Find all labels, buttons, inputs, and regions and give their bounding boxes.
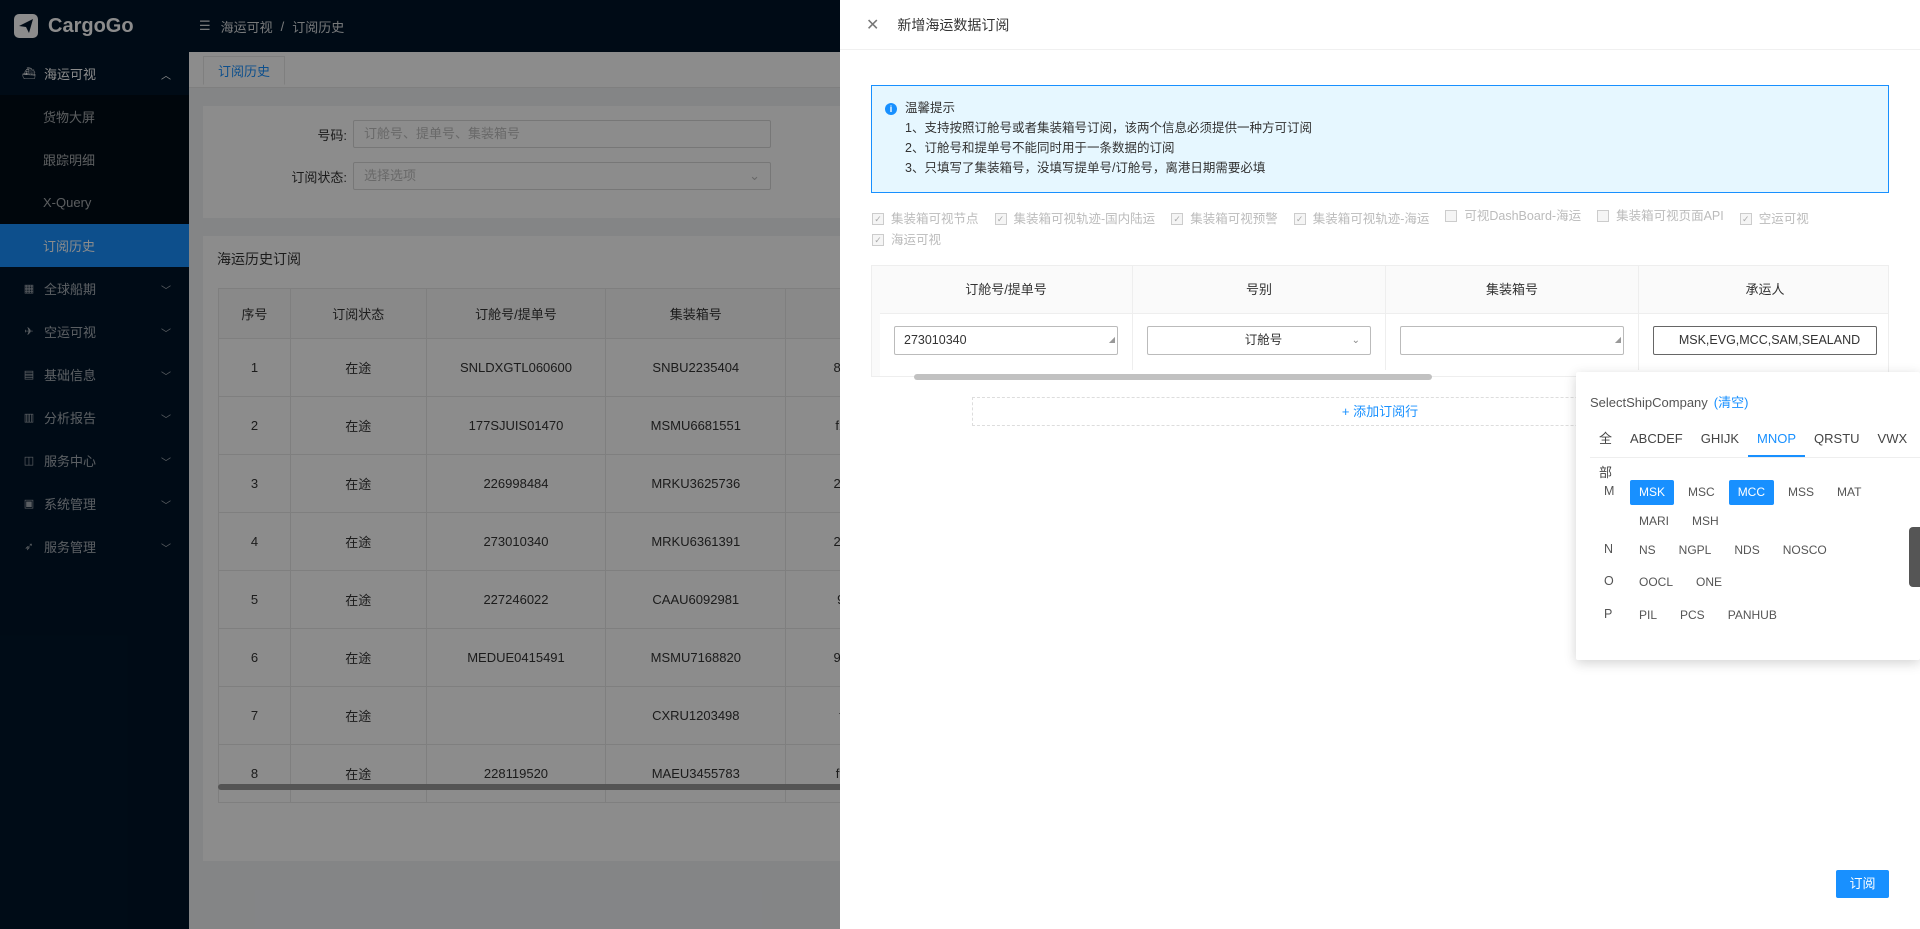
- checkbox-label: 集装箱可视轨迹-国内陆运: [1013, 212, 1156, 226]
- carrier-option[interactable]: MSC: [1679, 480, 1724, 505]
- carrier-option[interactable]: MCC: [1728, 480, 1775, 505]
- group-letter: M: [1604, 484, 1615, 498]
- carrier-option[interactable]: PANHUB: [1719, 603, 1786, 628]
- carrier-option[interactable]: NOSCO: [1774, 538, 1836, 563]
- letter-tab[interactable]: 全部: [1590, 422, 1621, 480]
- group-letter: P: [1604, 607, 1613, 621]
- container-cell: ◢: [1386, 314, 1639, 370]
- resize-handle-icon[interactable]: ◢: [1615, 326, 1621, 353]
- carrier-codes: NS NGPL NDS NOSCO: [1630, 538, 1900, 567]
- form-table-row: 273010340 ◢ 订舱号 ⌄ ◢ MSK,EVG,MCC,SAM,SEAL…: [880, 314, 1888, 370]
- carrier-select-popover: SelectShipCompany (清空) 全部 ABCDEF GHIJK MNOP Q…: [1576, 372, 1920, 660]
- booking-cell: 273010340 ◢: [880, 314, 1133, 370]
- checkbox-checked-icon[interactable]: ✓: [994, 213, 1007, 225]
- checkbox-label: 集装箱可视轨迹-海运: [1312, 212, 1430, 226]
- booking-no-input[interactable]: 273010340 ◢: [894, 326, 1118, 355]
- letter-tab[interactable]: ABCDEF: [1621, 422, 1692, 457]
- feature-checkbox[interactable]: ✓ 集装箱可视轨迹-国内陆运: [994, 209, 1156, 229]
- carrier-option[interactable]: PIL: [1630, 603, 1666, 628]
- form-table-header: 订舱号/提单号 号别 集装箱号 承运人: [880, 266, 1888, 314]
- carrier-option[interactable]: MSH: [1683, 509, 1728, 534]
- alert-line: 2、订舱号和提单号不能同时用于一条数据的订阅: [905, 141, 1175, 155]
- drawer-title: 新增海运数据订阅: [897, 16, 1010, 33]
- feature-checkboxes: ✓ 集装箱可视节点 ✓ 集装箱可视轨迹-国内陆运 ✓ 集装箱可视预警 ✓ 集装箱可视轨迹-海运…: [872, 206, 1882, 250]
- close-icon[interactable]: ✕: [866, 15, 879, 35]
- feature-checkbox[interactable]: ✓ 海运可视: [872, 230, 941, 250]
- checkbox-label: 可视DashBoard-海运: [1464, 209, 1582, 223]
- carrier-option[interactable]: ONE: [1687, 570, 1731, 595]
- letter-tab[interactable]: MNOP: [1748, 422, 1806, 457]
- alert-line: 1、支持按照订舱号或者集装箱号订阅，该两个信息必须提供一种方可订阅: [905, 121, 1312, 135]
- carrier-option[interactable]: NS: [1630, 538, 1665, 563]
- checkbox-label: 集装箱可视节点: [891, 212, 979, 226]
- letter-tabs: 全部ABCDEFGHIJKMNOPQRSTUVWX···: [1590, 422, 1920, 480]
- carrier-codes: PIL PCS PANHUB: [1630, 603, 1900, 632]
- drawer-header: ✕ 新增海运数据订阅: [840, 0, 1920, 50]
- carrier-option[interactable]: NGPL: [1670, 538, 1721, 563]
- carrier-option[interactable]: OOCL: [1630, 570, 1682, 595]
- carrier-option[interactable]: PCS: [1671, 603, 1714, 628]
- column-header: 号别: [1133, 266, 1386, 313]
- popover-title: SelectShipCompany (清空): [1590, 392, 1748, 411]
- alert-line: 3、只填写了集装箱号，没填写提单号/订舱号，离港日期需要必填: [905, 161, 1266, 175]
- carrier-option[interactable]: MSS: [1779, 480, 1823, 505]
- feature-checkbox[interactable]: ✓ 集装箱可视预警: [1171, 209, 1278, 229]
- checkbox-icon[interactable]: [1597, 210, 1610, 222]
- carrier-option[interactable]: NDS: [1725, 538, 1768, 563]
- carrier-value: MSK,EVG,MCC,SAM,SEALAND: [1678, 333, 1861, 347]
- carrier-option[interactable]: MARI: [1630, 509, 1678, 534]
- carrier-codes: OOCL ONE: [1630, 570, 1900, 599]
- subscribe-button[interactable]: 订阅: [1836, 870, 1889, 898]
- carrier-codes: MSK MSC MCC MSS MAT MARI MSH: [1630, 480, 1900, 538]
- drawer-mask[interactable]: [0, 0, 840, 929]
- feature-checkbox[interactable]: 可视DashBoard-海运: [1445, 206, 1581, 226]
- table-left-edge: [872, 266, 880, 376]
- group-letter: N: [1604, 542, 1614, 556]
- checkbox-icon[interactable]: [1445, 210, 1458, 222]
- side-handle[interactable]: [1909, 527, 1920, 587]
- container-no-input[interactable]: ◢: [1400, 326, 1624, 355]
- checkbox-label: 集装箱可视预警: [1190, 212, 1278, 226]
- popover-title-text: SelectShipCompany: [1590, 395, 1708, 410]
- feature-checkbox[interactable]: ✓ 集装箱可视节点: [872, 209, 979, 229]
- carrier-option[interactable]: MAT: [1828, 480, 1870, 505]
- type-cell: 订舱号 ⌄: [1133, 314, 1386, 370]
- clear-link[interactable]: (清空): [1714, 395, 1749, 410]
- checkbox-label: 集装箱可视页面API: [1616, 209, 1724, 223]
- carrier-input[interactable]: MSK,EVG,MCC,SAM,SEALAND: [1653, 326, 1877, 355]
- booking-no-value: 273010340: [904, 333, 967, 347]
- subscription-form-table: 订舱号/提单号 号别 集装箱号 承运人 273010340 ◢ 订舱号 ⌄ ◢ …: [871, 265, 1889, 377]
- group-letter: O: [1604, 574, 1614, 588]
- chevron-down-icon: ⌄: [1351, 335, 1360, 346]
- checkbox-label: 空运可视: [1758, 212, 1809, 226]
- column-header: 订舱号/提单号: [880, 266, 1133, 313]
- checkbox-checked-icon[interactable]: ✓: [1739, 213, 1752, 225]
- letter-tab[interactable]: QRSTU: [1805, 422, 1869, 457]
- checkbox-checked-icon[interactable]: ✓: [1171, 213, 1184, 225]
- checkbox-label: 海运可视: [891, 233, 942, 247]
- letter-tab[interactable]: VWX: [1869, 422, 1917, 457]
- alert-title: 温馨提示: [905, 101, 956, 115]
- checkbox-checked-icon[interactable]: ✓: [872, 234, 884, 246]
- letter-tab[interactable]: ···: [1916, 422, 1920, 457]
- checkbox-checked-icon[interactable]: ✓: [1293, 213, 1306, 225]
- column-header: 承运人: [1639, 266, 1888, 313]
- info-icon: i: [885, 103, 897, 115]
- resize-handle-icon[interactable]: ◢: [1109, 326, 1115, 353]
- carrier-cell: MSK,EVG,MCC,SAM,SEALAND: [1639, 314, 1888, 370]
- carrier-option[interactable]: MSK: [1630, 480, 1675, 505]
- column-header: 集装箱号: [1386, 266, 1639, 313]
- tips-alert: i 温馨提示 1、支持按照订舱号或者集装箱号订阅，该两个信息必须提供一种方可订阅…: [871, 85, 1889, 193]
- checkbox-checked-icon[interactable]: ✓: [872, 213, 884, 225]
- form-table-scrollbar[interactable]: [914, 374, 1432, 380]
- letter-tab[interactable]: GHIJK: [1692, 422, 1748, 457]
- number-type-value: 订舱号: [1244, 333, 1283, 347]
- feature-checkbox[interactable]: ✓ 空运可视: [1739, 209, 1809, 229]
- feature-checkbox[interactable]: ✓ 集装箱可视轨迹-海运: [1293, 209, 1430, 229]
- number-type-select[interactable]: 订舱号 ⌄: [1147, 326, 1371, 355]
- feature-checkbox[interactable]: 集装箱可视页面API: [1597, 206, 1724, 226]
